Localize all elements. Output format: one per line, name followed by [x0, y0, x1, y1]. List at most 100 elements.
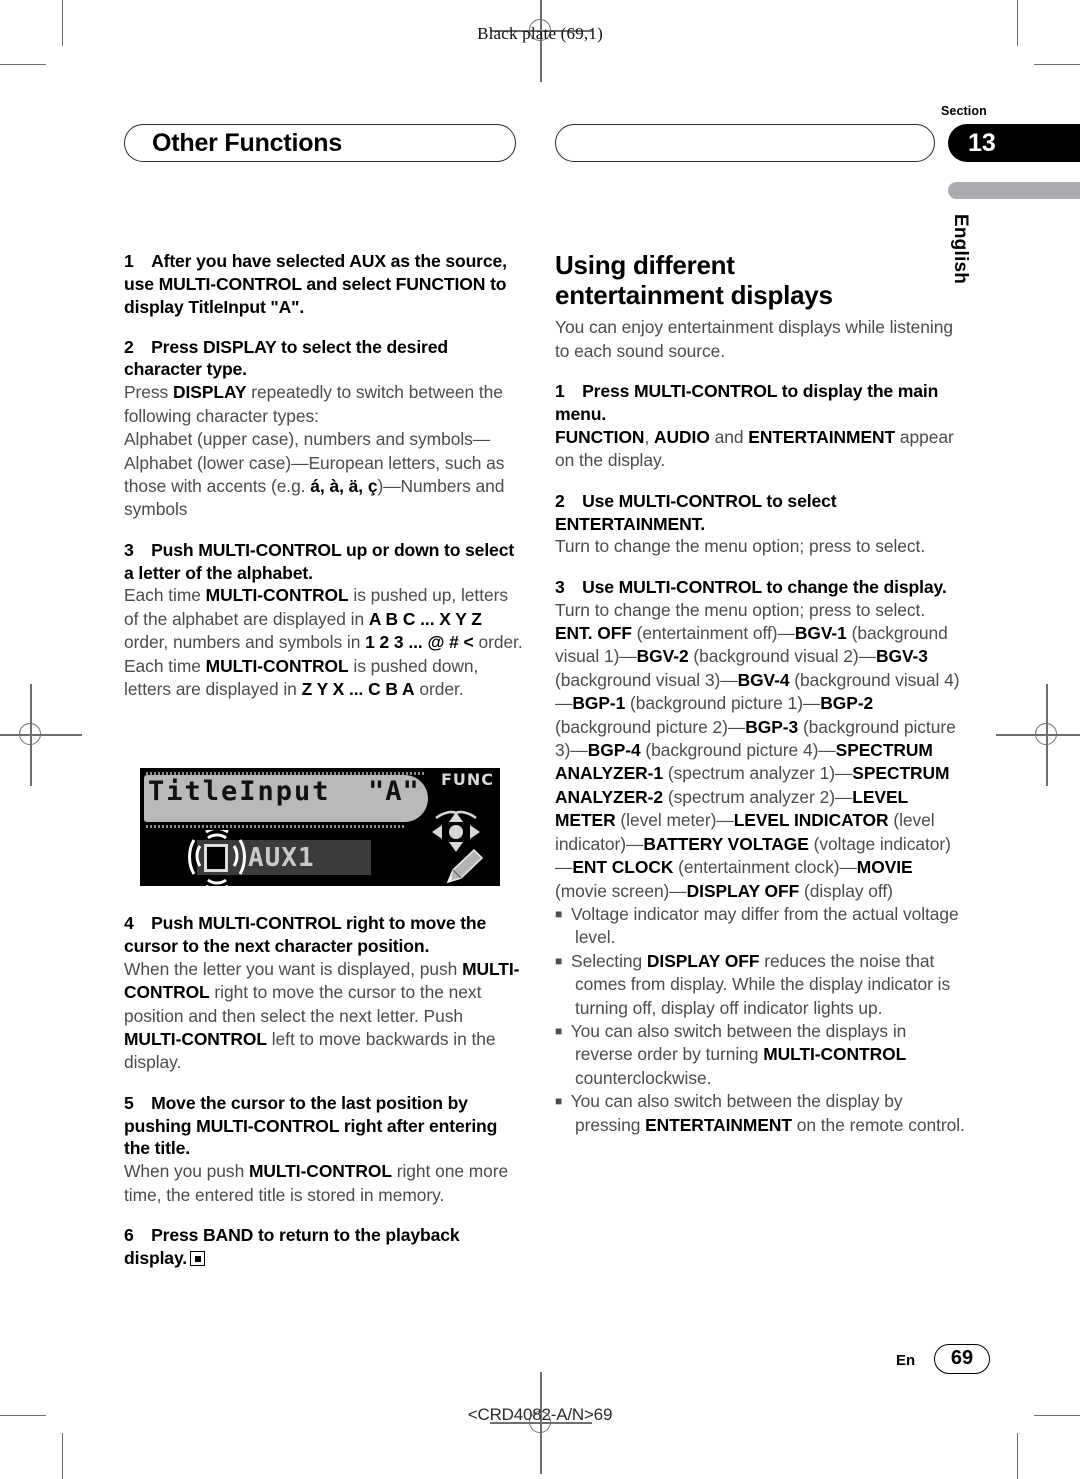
text-run-bold: ENTERTAINMENT — [748, 426, 896, 447]
text-run-bold: 1 2 3 ... @ # < — [365, 632, 474, 653]
display-option-name: BGP-2 — [820, 693, 874, 714]
left-column: 1 After you have selected AUX as the sou… — [124, 250, 524, 701]
footer-page-number: 69 — [934, 1344, 990, 1374]
display-option-description: (display off) — [799, 880, 893, 901]
note-3: ■ You can also switch between the displa… — [555, 1020, 967, 1090]
display-option-description: (background visual 2)— — [688, 646, 876, 667]
text-run-bold: MULTI-CONTROL — [124, 1028, 267, 1049]
crop-mark-bottom-right-vertical — [1017, 1433, 1019, 1479]
text-run: Selecting — [571, 950, 647, 971]
text-run-bold: ENTERTAINMENT — [645, 1114, 792, 1135]
display-option-description: (level meter)— — [615, 810, 734, 831]
bullet-square-icon: ■ — [555, 906, 567, 921]
right-column: Using different entertainment displays Y… — [555, 250, 967, 1137]
text-run: When you push — [124, 1161, 249, 1182]
text-run-bold: AUDIO — [654, 426, 710, 447]
left-column-continued: 4 Push MULTI-CONTROL right to move the c… — [124, 912, 524, 1270]
text-run-bold: DISPLAY OFF — [646, 950, 760, 971]
right-step-3-title: 3 Use MULTI-CONTROL to change the displa… — [555, 576, 947, 597]
display-option-description: (spectrum analyzer 1)— — [663, 763, 853, 784]
lcd-func-label: FUNC — [440, 770, 494, 789]
lcd-source-text: AUX1 — [248, 843, 315, 873]
blink-indicator-icon — [188, 830, 246, 888]
left-step-1: 1 After you have selected AUX as the sou… — [124, 251, 507, 317]
text-run-bold: A B C ... X Y Z — [368, 608, 482, 629]
display-option-description: (spectrum analyzer 2)— — [663, 786, 853, 807]
display-option-name: BGV-4 — [737, 669, 790, 690]
left-step-2-charlist: Alphabet (upper case), numbers and symbo… — [124, 428, 524, 522]
text-run: When the letter you want is displayed, p… — [124, 958, 463, 979]
text-run: Press — [124, 382, 173, 403]
lcd-dot-row-top — [146, 772, 426, 775]
manual-page: Black plate (69,1) Other Functions Secti… — [0, 0, 1080, 1479]
footer-document-code: <CRD4082-A/N>69 — [467, 1405, 613, 1424]
note-1-text: Voltage indicator may differ from the ac… — [571, 903, 959, 948]
note-1: ■ Voltage indicator may differ from the … — [555, 903, 967, 950]
display-option-name: BGP-3 — [745, 716, 799, 737]
right-step-1-body: FUNCTION, AUDIO and ENTERTAINMENT appear… — [555, 426, 967, 473]
left-step-5-body: When you push MULTI-CONTROL right one mo… — [124, 1160, 524, 1207]
display-option-name: BATTERY VOLTAGE — [643, 833, 809, 854]
left-step-3-title: 3 Push MULTI-CONTROL up or down to selec… — [124, 539, 515, 583]
lcd-dot-row-bottom — [146, 825, 406, 828]
text-run-bold: á, à, ä, ç — [310, 475, 378, 496]
text-run-bold: MULTI-CONTROL — [248, 1161, 392, 1182]
right-step-3-body: Turn to change the menu option; press to… — [555, 599, 926, 620]
right-step-1-title: 1 Press MULTI-CONTROL to display the mai… — [555, 381, 939, 424]
text-run-bold: Z Y X ... C B A — [301, 679, 415, 700]
text-run: Each time — [124, 585, 206, 606]
text-run: order, numbers and symbols in — [124, 632, 366, 653]
crop-mark-top-left-horizontal — [0, 64, 46, 66]
left-step-6-text: 6 Press BAND to return to the playback d… — [124, 1225, 460, 1268]
section-heading-line-2: entertainment displays — [555, 280, 833, 311]
text-run-bold: MULTI-CONTROL — [205, 585, 349, 606]
pencil-icon — [446, 848, 484, 884]
left-step-5-title: 5 Move the cursor to the last position b… — [124, 1092, 498, 1159]
display-option-description: (background picture 4)— — [640, 740, 836, 761]
page-title: Other Functions — [152, 129, 343, 157]
crop-mark-top-right-horizontal — [1034, 64, 1080, 66]
display-option-description: (background picture 2)— — [555, 716, 746, 737]
text-run: and — [709, 426, 749, 447]
display-option-description: (background picture 1)— — [625, 693, 821, 714]
display-option-name: BGP-1 — [572, 693, 626, 714]
right-header-pill — [555, 124, 935, 162]
end-of-procedure-icon — [190, 1251, 206, 1266]
display-option-name: BGV-3 — [875, 646, 928, 667]
display-option-name: MOVIE — [856, 857, 913, 878]
crop-mark-bottom-left-vertical — [62, 1433, 64, 1479]
section-label: Section — [941, 104, 987, 118]
section-heading: Using different entertainment displays — [555, 250, 967, 310]
left-step-4-title: 4 Push MULTI-CONTROL right to move the c… — [124, 913, 487, 956]
display-option-description: (background visual 3)— — [555, 669, 738, 690]
bullet-square-icon: ■ — [555, 1094, 567, 1109]
right-step-2-body: Turn to change the menu option; press to… — [555, 536, 926, 557]
entertainment-display-list: ENT. OFF (entertainment off)—BGV-1 (back… — [555, 622, 967, 903]
footer-language-code: En — [896, 1352, 916, 1369]
text-run-bold: MULTI-CONTROL — [763, 1044, 907, 1065]
text-run: , — [644, 426, 655, 447]
text-run-bold: MULTI-CONTROL — [205, 655, 349, 676]
text-run-bold: FUNCTION — [555, 426, 645, 447]
display-option-name: DISPLAY OFF — [686, 880, 800, 901]
plate-note: Black plate (69,1) — [477, 24, 603, 43]
display-option-name: BGV-1 — [794, 623, 847, 644]
registration-mark-right — [996, 684, 1080, 786]
lcd-character-slot: "A" — [368, 776, 420, 807]
note-4: ■ You can also switch between the displa… — [555, 1090, 967, 1137]
note-2: ■ Selecting DISPLAY OFF reduces the nois… — [555, 950, 967, 1020]
text-run-bold: DISPLAY — [173, 382, 247, 403]
left-step-3-body: Each time MULTI-CONTROL is pushed up, le… — [124, 584, 524, 701]
bullet-square-icon: ■ — [555, 1023, 567, 1038]
text-run: order. — [414, 679, 464, 700]
bullet-square-icon: ■ — [555, 953, 567, 968]
section-heading-line-1: Using different — [555, 250, 735, 280]
display-option-name: ENT. OFF — [555, 623, 632, 644]
display-option-name: BGP-4 — [587, 740, 641, 761]
right-step-2-title: 2 Use MULTI-CONTROL to select ENTERTAINM… — [555, 490, 837, 534]
display-option-description: (movie screen)— — [555, 880, 687, 901]
text-run: on the remote control. — [791, 1114, 965, 1135]
left-step-2-body: Press DISPLAY repeatedly to switch betwe… — [124, 381, 524, 428]
registration-mark-left — [0, 684, 82, 786]
left-step-2-title: 2 Press DISPLAY to select the desired ch… — [124, 336, 448, 380]
